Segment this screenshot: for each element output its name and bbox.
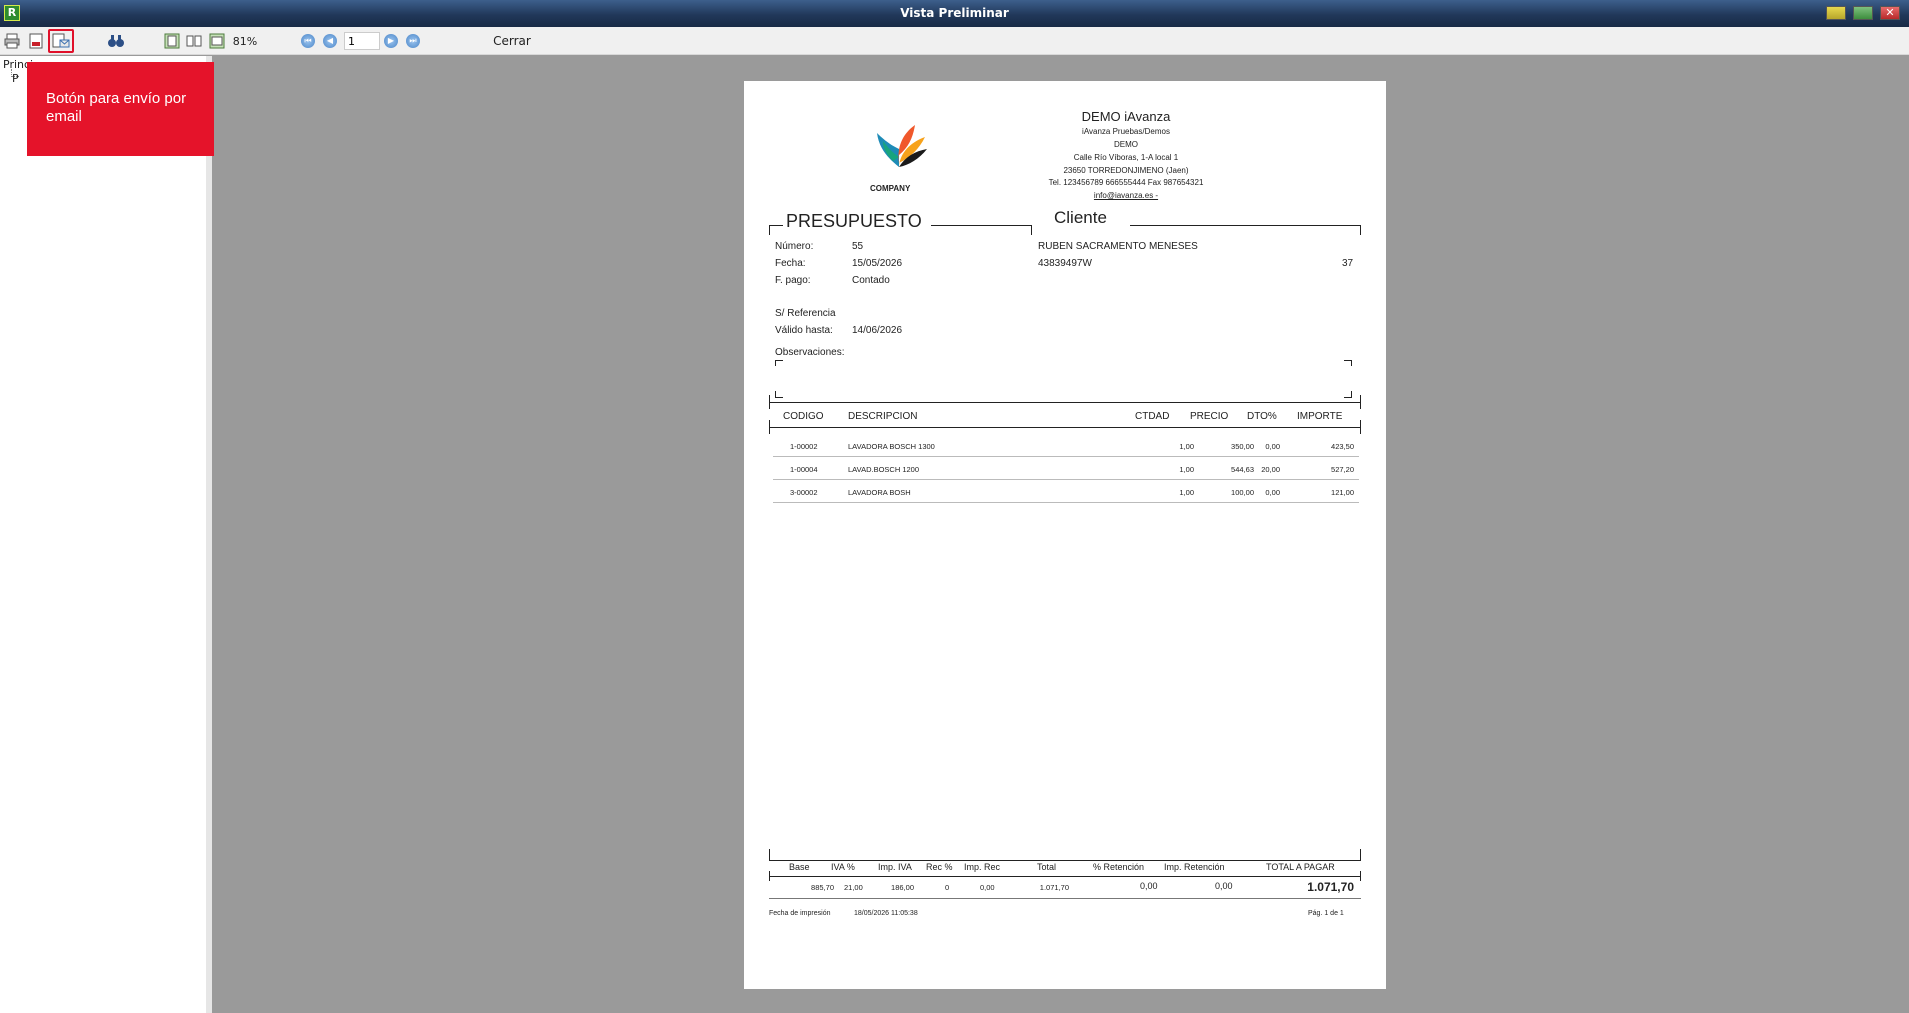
next-page-button[interactable]: ▶ <box>383 31 399 51</box>
page-width-view-button[interactable] <box>207 31 227 51</box>
fecha-value: 15/05/2026 <box>852 258 903 269</box>
company-line: DEMO <box>1114 140 1138 149</box>
page-tree-panel: Princi P <box>0 56 212 1013</box>
maximize-button[interactable] <box>1853 6 1873 20</box>
close-preview-button[interactable]: Cerrar <box>493 31 531 51</box>
export-pdf-button[interactable] <box>26 31 46 51</box>
multi-page-icon <box>186 35 202 47</box>
last-page-button[interactable]: ⏭ <box>405 31 421 51</box>
company-line: Tel. 123456789 666555444 Fax 987654321 <box>1048 178 1204 187</box>
pdf-document-icon <box>29 33 43 49</box>
single-page-icon <box>164 33 180 49</box>
totals-header-iva: IVA % <box>831 862 855 872</box>
totals-base-value: 885,70 <box>811 883 834 892</box>
valido-value: 14/06/2026 <box>852 325 903 336</box>
numero-value: 55 <box>852 241 864 252</box>
company-name: DEMO iAvanza <box>1081 109 1171 124</box>
col-header-dto: DTO% <box>1247 411 1277 422</box>
client-nif: 43839497W <box>1038 258 1092 269</box>
fpago-label: F. pago: <box>775 275 811 286</box>
document-page: COMPANY DEMO iAvanza iAvanza Pruebas/Dem… <box>744 81 1386 989</box>
page-number-input[interactable] <box>344 32 380 50</box>
email-document-icon <box>52 33 70 48</box>
totals-header-imp-retencion: Imp. Retención <box>1164 862 1225 872</box>
client-name: RUBEN SACRAMENTO MENESES <box>1038 241 1198 252</box>
totals-header-total: Total <box>1037 862 1057 872</box>
minimize-button[interactable] <box>1826 6 1846 20</box>
logo-text: COMPANY <box>870 184 911 193</box>
fpago-value: Contado <box>852 275 890 286</box>
title-bar: R Vista Preliminar ✕ <box>0 0 1909 27</box>
valido-label: Válido hasta: <box>775 325 833 336</box>
col-header-descripcion: DESCRIPCION <box>848 411 918 422</box>
client-title: Cliente <box>1054 208 1107 227</box>
col-header-importe: IMPORTE <box>1297 411 1343 422</box>
find-button[interactable] <box>105 31 127 51</box>
wings-logo-icon <box>877 125 927 167</box>
previous-page-icon: ◀ <box>323 34 337 48</box>
client-code: 37 <box>1342 258 1354 269</box>
toolbar: 81% ⏮ ◀ ▶ ⏭ Cerrar <box>0 27 1909 55</box>
totals-header-imp-rec: Imp. Rec <box>964 862 1001 872</box>
totals-header-retencion: % Retención <box>1093 862 1145 872</box>
company-line: iAvanza Pruebas/Demos <box>1082 127 1170 136</box>
page-count: Pág. 1 de 1 <box>1308 910 1344 917</box>
totals-header-total-pagar: TOTAL A PAGAR <box>1266 862 1335 872</box>
totals-header-rec: Rec % <box>926 862 953 872</box>
totals-imp-retencion-value: 0,00 <box>1215 881 1233 891</box>
printer-icon <box>4 33 20 49</box>
page-width-icon <box>209 33 225 49</box>
totals-rec-value: 0 <box>945 883 950 892</box>
col-header-precio: PRECIO <box>1190 411 1229 422</box>
first-page-icon: ⏮ <box>301 34 315 48</box>
col-header-ctdad: CTDAD <box>1135 411 1170 422</box>
print-date-label: Fecha de impresión <box>769 910 831 917</box>
single-page-view-button[interactable] <box>162 31 182 51</box>
first-page-button[interactable]: ⏮ <box>300 31 316 51</box>
tree-page-item[interactable]: P <box>12 72 19 85</box>
totals-iva-value: 21,00 <box>844 883 863 892</box>
window-title: Vista Preliminar <box>900 6 1009 20</box>
numero-label: Número: <box>775 241 814 252</box>
company-line: Calle Río Víboras, 1-A local 1 <box>1073 153 1179 162</box>
section-title: PRESUPUESTO <box>786 211 922 231</box>
totals-header-imp-iva: Imp. IVA <box>878 862 912 872</box>
totals-total-value: 1.071,70 <box>1039 883 1069 892</box>
col-header-codigo: CODIGO <box>783 411 824 422</box>
totals-header-base: Base <box>789 862 810 872</box>
zoom-level[interactable]: 81% <box>230 31 260 51</box>
next-page-icon: ▶ <box>384 34 398 48</box>
totals-imp-iva-value: 186,00 <box>891 883 914 892</box>
observaciones-label: Observaciones: <box>775 347 845 358</box>
print-date-value: 18/05/2026 11:05:38 <box>854 910 918 917</box>
binoculars-icon <box>108 35 124 47</box>
company-logo <box>869 119 929 169</box>
sref-label: S/ Referencia <box>775 308 836 319</box>
previous-page-button[interactable]: ◀ <box>322 31 338 51</box>
email-button-callout: Botón para envío por email <box>27 62 214 156</box>
company-email: info@iavanza.es - <box>1093 191 1159 200</box>
fecha-label: Fecha: <box>775 258 806 269</box>
totals-retencion-value: 0,00 <box>1140 881 1158 891</box>
totals-imp-rec-value: 0,00 <box>980 883 995 892</box>
two-page-view-button[interactable] <box>184 31 204 51</box>
total-a-pagar-value: 1.071,70 <box>1307 880 1354 894</box>
last-page-icon: ⏭ <box>406 34 420 48</box>
send-email-button[interactable] <box>48 29 74 53</box>
close-window-button[interactable]: ✕ <box>1880 6 1900 20</box>
company-line: 23650 TORREDONJIMENO (Jaen) <box>1063 166 1189 175</box>
print-button[interactable] <box>2 31 22 51</box>
